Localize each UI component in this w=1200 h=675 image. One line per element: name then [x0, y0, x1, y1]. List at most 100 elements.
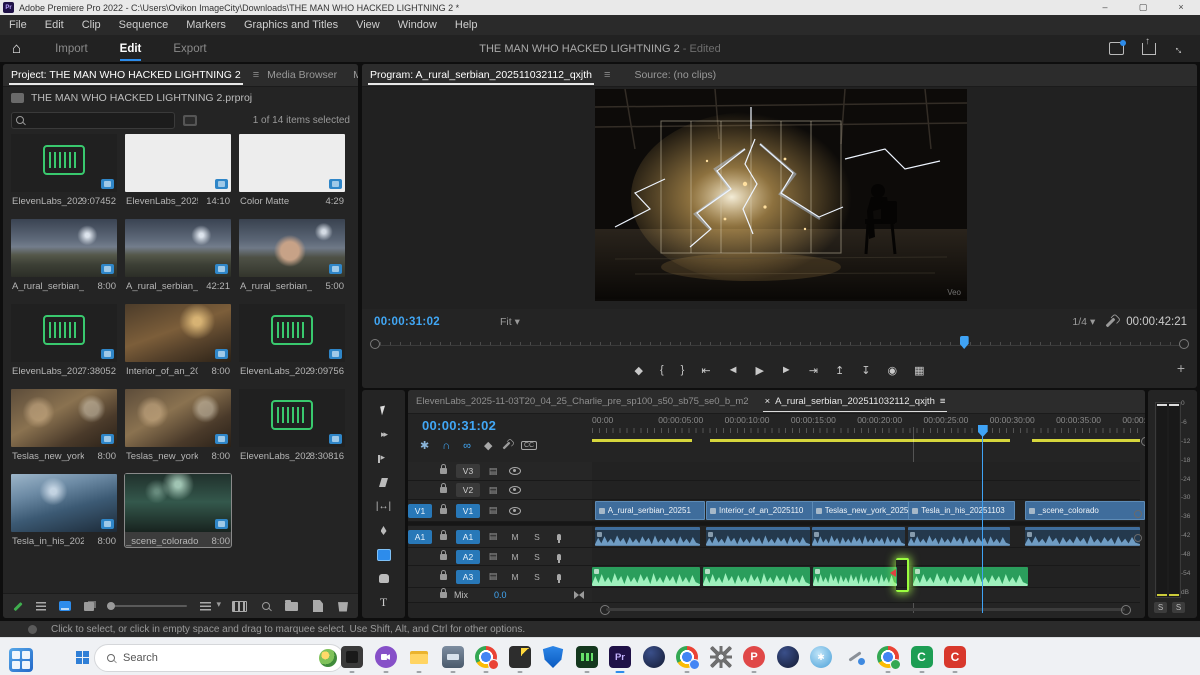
track-a2-lane[interactable]: [592, 548, 1140, 566]
program-panel-menu-icon[interactable]: ≡: [604, 69, 610, 81]
music-audio-clip[interactable]: [592, 567, 700, 586]
source-patch-a1[interactable]: A1: [408, 530, 432, 544]
tab-source[interactable]: Source: (no clips): [626, 64, 724, 86]
play-button[interactable]: ▶: [755, 364, 763, 377]
voice-over-record-icon[interactable]: [557, 534, 561, 540]
lock-icon[interactable]: [440, 534, 447, 540]
menu-edit[interactable]: Edit: [36, 19, 73, 31]
timeline-tab-active[interactable]: × A_rural_serbian_202511032112_qxjth ≡: [757, 390, 954, 413]
track-v1-lane[interactable]: A_rural_serbian_20251 Interior_of_an_202…: [592, 500, 1140, 522]
track-target-a3[interactable]: A3: [456, 570, 480, 584]
icon-view-button[interactable]: [59, 601, 70, 611]
export-frame-button[interactable]: ◉: [887, 364, 897, 377]
mark-out-button[interactable]: }: [681, 364, 685, 376]
project-item-thumbnail[interactable]: [125, 219, 231, 277]
sync-lock-icon[interactable]: ▤: [482, 531, 504, 542]
sync-lock-icon[interactable]: ▤: [482, 505, 504, 516]
rectangle-tool[interactable]: [375, 548, 393, 561]
solo-button[interactable]: S: [1154, 602, 1167, 613]
program-scrubber[interactable]: [370, 336, 1189, 350]
button-editor-plus[interactable]: +: [1177, 360, 1185, 376]
sort-icons-button[interactable]: [200, 602, 211, 611]
project-item[interactable]: Tesla_in_his_2025110... 8:00: [11, 474, 117, 547]
minimize-button[interactable]: –: [1086, 2, 1124, 13]
menu-view[interactable]: View: [347, 19, 389, 31]
menu-sequence[interactable]: Sequence: [110, 19, 178, 31]
track-output-eye-icon[interactable]: [509, 507, 521, 515]
mute-button[interactable]: M: [504, 532, 526, 542]
project-item[interactable]: ElevenLabs_2025-... 9:09756: [239, 304, 345, 377]
solo-button[interactable]: S: [1172, 602, 1185, 613]
find-button[interactable]: [262, 602, 270, 610]
track-v3-lane[interactable]: [592, 462, 1140, 481]
lock-icon[interactable]: [440, 487, 447, 493]
freeform-view-button[interactable]: [84, 602, 94, 611]
project-item-thumbnail[interactable]: [239, 389, 345, 447]
project-item[interactable]: Teslas_new_york_202... 8:00: [125, 389, 231, 462]
project-item-thumbnail[interactable]: [125, 304, 231, 362]
nest-toggle[interactable]: ✱: [420, 439, 429, 452]
scrollbar-dot[interactable]: [1141, 437, 1145, 446]
widgets-icon[interactable]: [9, 648, 33, 672]
lock-icon[interactable]: [440, 574, 447, 580]
track-target-a2[interactable]: A2: [456, 550, 480, 564]
export-icon[interactable]: [1142, 43, 1156, 55]
linked-selection-toggle[interactable]: ∞: [463, 440, 471, 452]
lock-icon[interactable]: [440, 468, 447, 474]
quick-export-icon[interactable]: [1109, 42, 1124, 55]
timeline-timecode[interactable]: 00:00:31:02: [422, 418, 496, 433]
mark-in-button[interactable]: {: [660, 364, 664, 376]
solo-button[interactable]: S: [526, 572, 548, 582]
camtasia-icon[interactable]: C: [911, 646, 933, 668]
menu-help[interactable]: Help: [446, 19, 487, 31]
track-target-v2[interactable]: V2: [456, 483, 480, 497]
navy-app-icon[interactable]: [643, 646, 665, 668]
track-select-forward-tool[interactable]: ▸▸: [375, 428, 393, 441]
program-video-frame[interactable]: Veo: [595, 89, 967, 301]
new-item-button[interactable]: [313, 600, 323, 612]
audio-clip[interactable]: [1025, 527, 1140, 546]
lock-icon[interactable]: [440, 508, 447, 514]
hand-tool[interactable]: [375, 572, 393, 585]
search-highlight-icon[interactable]: [319, 649, 337, 667]
clear-button[interactable]: [338, 601, 348, 612]
workspace-tab-edit[interactable]: Edit: [118, 39, 144, 59]
blue-app-icon[interactable]: [810, 646, 832, 668]
project-item-thumbnail[interactable]: [239, 219, 345, 277]
voice-over-record-icon[interactable]: [557, 574, 561, 580]
file-explorer-icon[interactable]: [408, 646, 430, 668]
pen-tool[interactable]: [375, 524, 393, 537]
ripple-edit-tool[interactable]: [375, 452, 393, 465]
project-item[interactable]: Teslas_new_york_202... 8:00: [11, 389, 117, 462]
project-item[interactable]: ElevenLabs_2025-11-... 14:10: [125, 134, 231, 207]
project-item-thumbnail[interactable]: [11, 389, 117, 447]
close-button[interactable]: ×: [1162, 2, 1200, 13]
search-bin-button[interactable]: [183, 115, 197, 126]
project-item-thumbnail[interactable]: [125, 389, 231, 447]
sync-lock-icon[interactable]: ▤: [482, 466, 504, 477]
track-output-eye-icon[interactable]: [509, 467, 521, 475]
new-bin-button[interactable]: [285, 602, 298, 611]
program-playhead[interactable]: [960, 336, 969, 349]
extract-button[interactable]: ↧: [861, 364, 870, 377]
snip-tool-icon[interactable]: [844, 646, 866, 668]
search-box[interactable]: [11, 112, 175, 129]
comparison-view-button[interactable]: ▦: [914, 364, 924, 377]
playback-resolution-dropdown[interactable]: 1/4 ▾: [1072, 316, 1095, 328]
project-item-thumbnail[interactable]: [125, 474, 231, 532]
timeline-playhead[interactable]: [982, 425, 983, 613]
track-target-a1[interactable]: A1: [456, 530, 480, 544]
program-timecode[interactable]: 00:00:31:02: [374, 316, 440, 328]
captions-icon[interactable]: CC: [521, 441, 536, 450]
project-item[interactable]: Color Matte 4:29: [239, 134, 345, 207]
project-item-thumbnail[interactable]: [239, 134, 345, 192]
red-c-app-icon[interactable]: C: [944, 646, 966, 668]
timeline-tab-inactive[interactable]: ElevenLabs_2025-11-03T20_04_25_Charlie_p…: [408, 390, 757, 413]
scrollbar-right-handle[interactable]: [1121, 605, 1131, 615]
add-marker-button[interactable]: ◆: [635, 364, 643, 377]
scrubber-track[interactable]: [380, 342, 1179, 346]
trim-out-indicator[interactable]: [896, 558, 909, 592]
project-item-thumbnail[interactable]: [239, 304, 345, 362]
track-v2-lane[interactable]: [592, 481, 1140, 500]
start-button[interactable]: [76, 651, 89, 664]
